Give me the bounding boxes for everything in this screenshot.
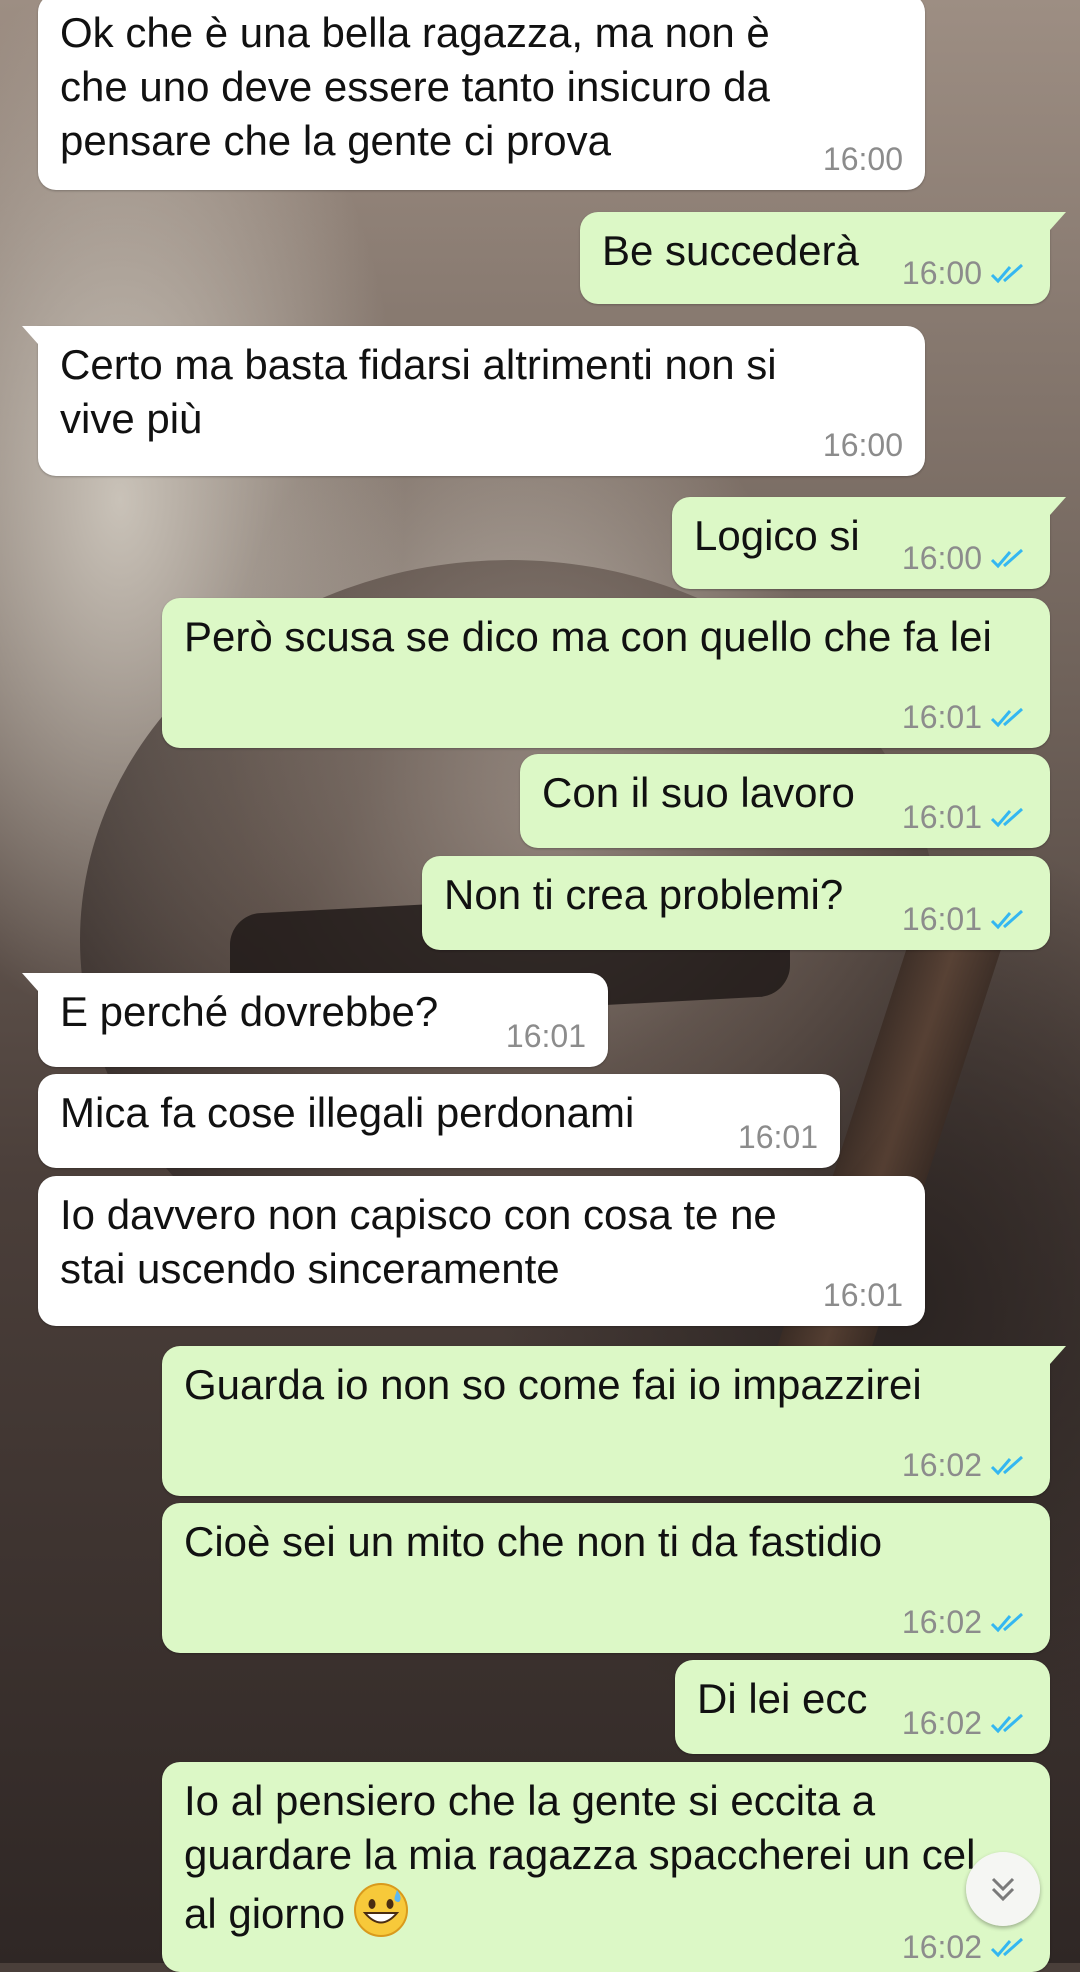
double-check-icon [990, 546, 1028, 572]
message-outgoing[interactable]: Di lei ecc 16:02 [675, 1660, 1050, 1754]
message-text: Mica fa cose illegali perdonami [60, 1089, 635, 1136]
scroll-to-bottom-button[interactable] [966, 1852, 1040, 1926]
message-time: 16:01 [737, 1119, 818, 1155]
message-time: 16:01 [822, 1277, 903, 1313]
message-meta: 16:00 [823, 141, 903, 178]
message-text-with-emoji: Io al pensiero che la gente si eccita a … [184, 1774, 1014, 1941]
message-time: 16:02 [901, 1604, 982, 1640]
double-check-icon [990, 261, 1028, 287]
message-outgoing[interactable]: Guarda io non so come fai io impazzirei … [162, 1346, 1066, 1496]
message-incoming[interactable]: Certo ma basta fidarsi altrimenti non si… [22, 326, 925, 476]
message-text: Io al pensiero che la gente si eccita a … [184, 1777, 976, 1937]
message-meta: 16:02 [902, 1604, 1028, 1641]
double-check-icon [990, 1453, 1028, 1479]
grinning-face-with-sweat-emoji [354, 1883, 409, 1937]
message-outgoing[interactable]: Con il suo lavoro 16:01 [520, 754, 1050, 848]
message-outgoing[interactable]: Io al pensiero che la gente si eccita a … [162, 1762, 1050, 1972]
message-outgoing[interactable]: Cioè sei un mito che non ti da fastidio … [162, 1503, 1050, 1653]
message-incoming[interactable]: Mica fa cose illegali perdonami 16:01 [38, 1074, 840, 1168]
chevron-double-down-icon [991, 1877, 1015, 1902]
message-meta: 16:01 [902, 799, 1028, 836]
message-outgoing[interactable]: Logico si 16:00 [672, 497, 1066, 589]
message-text: Io davvero non capisco con cosa te ne st… [60, 1191, 777, 1292]
message-incoming[interactable]: Io davvero non capisco con cosa te ne st… [38, 1176, 925, 1326]
message-text: Ok che è una bella ragazza, ma non è che… [60, 9, 770, 164]
message-outgoing[interactable]: Non ti crea problemi? 16:01 [422, 856, 1050, 950]
message-time: 16:02 [901, 1705, 982, 1741]
message-time: 16:00 [822, 427, 903, 463]
message-list[interactable]: Ok che è una bella ragazza, ma non è che… [0, 0, 1080, 1972]
message-meta: 16:02 [902, 1447, 1028, 1484]
message-time: 16:02 [901, 1447, 982, 1483]
message-meta: 16:02 [902, 1705, 1028, 1742]
double-check-icon [990, 907, 1028, 933]
message-meta: 16:00 [902, 540, 1028, 577]
message-time: 16:01 [901, 799, 982, 835]
message-text: Certo ma basta fidarsi altrimenti non si… [60, 341, 777, 442]
double-check-icon [990, 805, 1028, 831]
message-time: 16:01 [901, 699, 982, 735]
message-incoming[interactable]: Ok che è una bella ragazza, ma non è che… [38, 0, 925, 190]
message-text: Però scusa se dico ma con quello che fa … [184, 613, 992, 660]
message-meta: 16:01 [738, 1119, 818, 1156]
message-meta: 16:01 [902, 901, 1028, 938]
double-check-icon [990, 705, 1028, 731]
message-text: Cioè sei un mito che non ti da fastidio [184, 1518, 883, 1565]
message-time: 16:02 [901, 1929, 982, 1965]
message-meta: 16:00 [823, 427, 903, 464]
message-time: 16:01 [901, 901, 982, 937]
message-outgoing[interactable]: Però scusa se dico ma con quello che fa … [162, 598, 1050, 748]
message-time: 16:00 [822, 141, 903, 177]
message-outgoing[interactable]: Be succederà 16:00 [580, 212, 1066, 304]
message-meta: 16:01 [902, 699, 1028, 736]
double-check-icon [990, 1935, 1028, 1961]
message-incoming[interactable]: E perché dovrebbe? 16:01 [22, 973, 608, 1067]
message-time: 16:00 [901, 255, 982, 291]
double-check-icon [990, 1711, 1028, 1737]
message-meta: 16:01 [506, 1018, 586, 1055]
message-meta: 16:02 [902, 1929, 1028, 1966]
double-check-icon [990, 1610, 1028, 1636]
message-time: 16:00 [901, 540, 982, 576]
message-text: Guarda io non so come fai io impazzirei [184, 1361, 922, 1408]
message-time: 16:01 [505, 1018, 586, 1054]
message-meta: 16:01 [823, 1277, 903, 1314]
message-meta: 16:00 [902, 255, 1028, 292]
